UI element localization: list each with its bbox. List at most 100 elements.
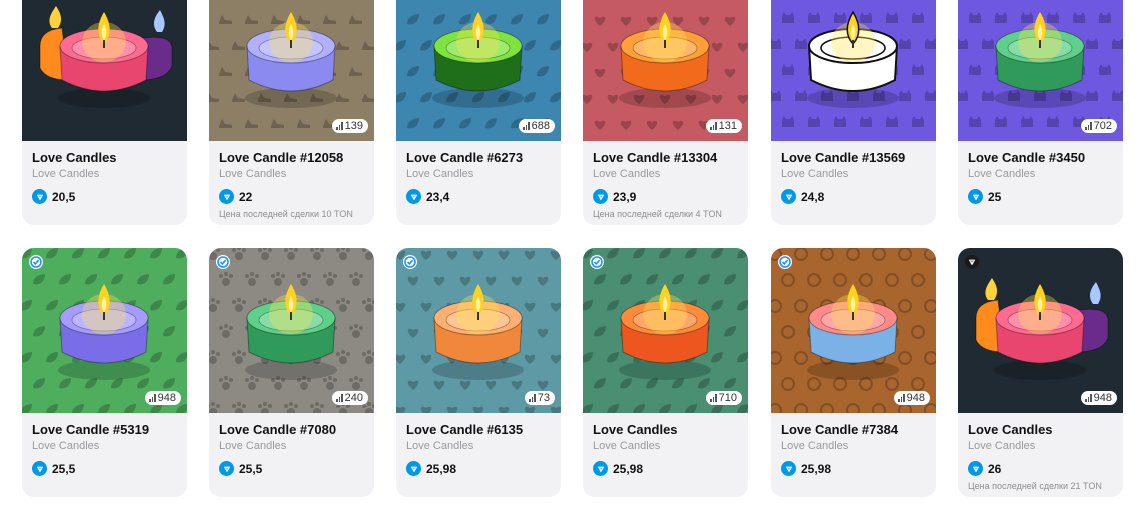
gift-card[interactable]: 948 Love Candle #5319 Love Candles 25,5	[22, 248, 187, 497]
gift-title: Love Candle #12058	[219, 150, 344, 165]
gift-thumbnail[interactable]: 948	[22, 248, 187, 413]
signal-bars-icon	[1085, 122, 1092, 130]
gift-card[interactable]: 73 Love Candle #6135 Love Candles 25,98	[396, 248, 561, 497]
gift-card[interactable]: 710 Love Candles Love Candles 25,98	[583, 248, 748, 497]
gift-card[interactable]: 948 Love Candles Love Candles 26 Цена послед…	[958, 248, 1123, 497]
gift-info: Love Candles Love Candles 26 Цена последней…	[958, 413, 1123, 492]
gift-title: Love Candle #5319	[32, 422, 150, 437]
candle-image	[58, 284, 150, 380]
supply-count-badge: 240	[332, 391, 368, 405]
price: 26	[968, 461, 1113, 476]
price: 25,98	[593, 461, 738, 476]
gift-thumbnail[interactable]	[22, 0, 187, 141]
gift-card[interactable]: 688 Love Candle #6273 Love Candles 23,4	[396, 0, 561, 225]
gift-card[interactable]: 131 Love Candle #13304 Love Candles 23,9 Цен…	[583, 0, 748, 225]
gift-thumbnail[interactable]: 702	[958, 0, 1123, 141]
supply-count: 948	[906, 392, 925, 404]
gift-card[interactable]: 948 Love Candle #7384 Love Candles 25,98	[771, 248, 936, 497]
supply-count-badge: 73	[525, 391, 555, 405]
signal-bars-icon	[523, 122, 530, 130]
gift-thumbnail[interactable]: 131	[583, 0, 748, 141]
gift-title: Love Candles	[968, 422, 1053, 437]
gift-card[interactable]: Love Candles Love Candles 20,5	[22, 0, 187, 225]
price-value: 25,98	[613, 461, 644, 476]
price-value: 24,8	[801, 189, 825, 204]
gift-info: Love Candle #13304 Love Candles 23,9 Цена п…	[583, 141, 748, 220]
signal-bars-icon	[1085, 394, 1092, 402]
collection-name: Love Candles	[593, 168, 661, 180]
candle-image	[619, 284, 711, 380]
collection-name: Love Candles	[968, 440, 1036, 452]
price-value: 20,5	[52, 189, 76, 204]
gift-thumbnail[interactable]: 948	[958, 248, 1123, 413]
supply-count: 139	[344, 120, 363, 132]
collection-name: Love Candles	[781, 168, 849, 180]
ton-currency-icon	[781, 461, 796, 476]
gift-thumbnail[interactable]: 948	[771, 248, 936, 413]
candle-image	[245, 284, 337, 380]
supply-count-badge: 948	[894, 391, 930, 405]
ton-currency-icon	[219, 189, 234, 204]
price-value: 25,98	[801, 461, 832, 476]
candle-image	[39, 6, 173, 108]
gift-title: Love Candle #13304	[593, 150, 718, 165]
candle-image	[975, 278, 1109, 380]
gift-card[interactable]: 139 Love Candle #12058 Love Candles 22 Цена …	[209, 0, 374, 225]
gift-title: Love Candle #7384	[781, 422, 899, 437]
gift-thumbnail[interactable]: 240	[209, 248, 374, 413]
price-value: 25,5	[52, 461, 76, 476]
signal-bars-icon	[710, 394, 717, 402]
verified-check-icon	[778, 255, 792, 269]
candle-image	[807, 284, 899, 380]
gift-info: Love Candle #13569 Love Candles 24,8	[771, 141, 936, 204]
price-value: 25	[988, 189, 1002, 204]
supply-count-badge: 131	[706, 119, 742, 133]
supply-count-badge: 139	[332, 119, 368, 133]
signal-bars-icon	[710, 122, 717, 130]
gift-title: Love Candle #6135	[406, 422, 524, 437]
collection-name: Love Candles	[968, 168, 1036, 180]
ton-currency-icon	[968, 461, 983, 476]
collection-name: Love Candles	[781, 440, 849, 452]
ton-currency-icon	[32, 189, 47, 204]
gift-card[interactable]: Love Candle #13569 Love Candles 24,8	[771, 0, 936, 225]
ton-currency-icon	[219, 461, 234, 476]
gift-info: Love Candles Love Candles 20,5	[22, 141, 187, 204]
gift-title: Love Candles	[32, 150, 117, 165]
gift-card[interactable]: 702 Love Candle #3450 Love Candles 25	[958, 0, 1123, 225]
gift-thumbnail[interactable]: 139	[209, 0, 374, 141]
price: 25	[968, 189, 1113, 204]
supply-count: 240	[344, 392, 363, 404]
gift-info: Love Candle #12058 Love Candles 22 Цена пос…	[209, 141, 374, 220]
ton-currency-icon	[32, 461, 47, 476]
gift-card[interactable]: 240 Love Candle #7080 Love Candles 25,5	[209, 248, 374, 497]
price: 20,5	[32, 189, 177, 204]
signal-bars-icon	[529, 394, 536, 402]
price: 25,5	[219, 461, 364, 476]
gift-thumbnail[interactable]: 710	[583, 248, 748, 413]
price: 23,4	[406, 189, 551, 204]
candle-image	[432, 284, 524, 380]
gift-info: Love Candle #7384 Love Candles 25,98	[771, 413, 936, 476]
gift-info: Love Candle #6135 Love Candles 25,98	[396, 413, 561, 476]
collection-name: Love Candles	[219, 440, 287, 452]
price-value: 22	[239, 189, 253, 204]
ton-marker-icon	[965, 255, 979, 269]
price: 24,8	[781, 189, 926, 204]
supply-count: 131	[718, 120, 737, 132]
gift-title: Love Candle #6273	[406, 150, 524, 165]
price: 22	[219, 189, 364, 204]
gift-thumbnail[interactable]: 688	[396, 0, 561, 141]
gift-title: Love Candles	[593, 422, 678, 437]
ton-currency-icon	[406, 461, 421, 476]
price: 25,5	[32, 461, 177, 476]
verified-check-icon	[590, 255, 604, 269]
signal-bars-icon	[898, 394, 905, 402]
supply-count: 73	[537, 392, 550, 404]
signal-bars-icon	[336, 122, 343, 130]
supply-count-badge: 702	[1081, 119, 1117, 133]
gift-title: Love Candle #7080	[219, 422, 337, 437]
gift-thumbnail[interactable]	[771, 0, 936, 141]
gift-thumbnail[interactable]: 73	[396, 248, 561, 413]
verified-check-icon	[29, 255, 43, 269]
